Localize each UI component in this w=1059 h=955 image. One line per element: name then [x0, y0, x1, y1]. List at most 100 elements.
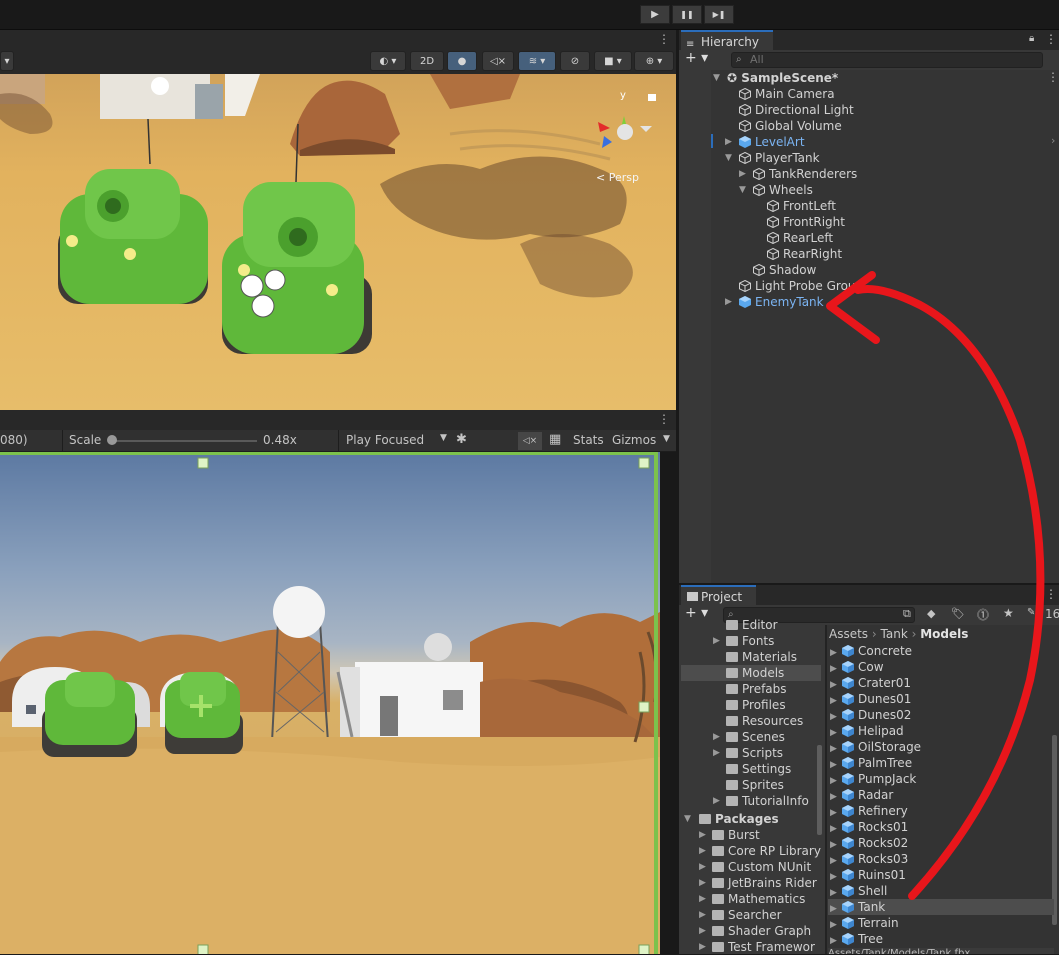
visibility-toggle[interactable]: ⊘	[560, 51, 590, 71]
gizmos-button[interactable]: Gizmos	[612, 433, 656, 447]
asset-item[interactable]: ▶ Dunes01	[828, 691, 1054, 707]
asset-item[interactable]: ▶ Concrete	[828, 643, 1054, 659]
asset-item[interactable]: ▶ Cow	[828, 659, 1054, 675]
hierarchy-item[interactable]: Main Camera	[739, 86, 835, 102]
hierarchy-item[interactable]: ▶ EnemyTank	[725, 294, 824, 310]
chevron-right-icon[interactable]: ▶	[699, 907, 706, 923]
asset-item[interactable]: ▶ Tree	[828, 931, 1054, 947]
chevron-right-icon[interactable]: ▶	[699, 891, 706, 907]
chevron-right-icon[interactable]: ▶	[713, 633, 720, 649]
play-mode-dropdown[interactable]: Play Focused	[346, 433, 424, 447]
hierarchy-item[interactable]: RearRight	[767, 246, 842, 262]
hierarchy-item[interactable]: ▼ PlayerTank	[725, 150, 820, 166]
visibility-count-icon[interactable]: ✎	[1027, 607, 1035, 618]
audio-toggle[interactable]: ◁×	[482, 51, 514, 71]
star-icon[interactable]: ★	[1003, 606, 1014, 620]
folder-item[interactable]: Materials	[681, 649, 821, 665]
folder-item[interactable]: ▶ Scripts	[681, 745, 821, 761]
folder-item[interactable]: Prefabs	[681, 681, 821, 697]
folder-item[interactable]: Profiles	[681, 697, 821, 713]
play-button[interactable]: ▶	[640, 5, 670, 24]
chevron-down-icon[interactable]: ▼	[739, 182, 746, 198]
scene-viewport[interactable]: y < Persp	[0, 74, 676, 410]
add-button[interactable]: + ▾	[685, 50, 708, 66]
shading-mode-button[interactable]: ◐ ▾	[370, 51, 406, 71]
chevron-right-icon[interactable]: ▶	[699, 923, 706, 939]
packages-root[interactable]: ▼ Packages	[681, 811, 821, 827]
package-item[interactable]: ▶ Burst	[681, 827, 821, 843]
hierarchy-tab[interactable]: ≡ Hierarchy	[681, 30, 774, 50]
hierarchy-item[interactable]: ▶ LevelArt	[725, 134, 805, 150]
asset-item[interactable]: ▶ PumpJack	[828, 771, 1054, 787]
grid-icon[interactable]: ▦	[549, 432, 561, 447]
folder-item[interactable]: ▶ Scenes	[681, 729, 821, 745]
asset-item[interactable]: ▶ Crater01	[828, 675, 1054, 691]
hierarchy-item[interactable]: RearLeft	[767, 230, 833, 246]
folder-item[interactable]: Settings	[681, 761, 821, 777]
chevron-right-icon[interactable]: ▶	[739, 166, 746, 182]
hierarchy-item[interactable]: Directional Light	[739, 102, 854, 118]
asset-item[interactable]: ▶ Refinery	[828, 803, 1054, 819]
gizmos-dropdown-icon[interactable]: ▼	[663, 434, 670, 444]
folder-item[interactable]: ▶ Fonts	[681, 633, 821, 649]
step-button[interactable]: ▶❚	[704, 5, 734, 24]
warning-icon[interactable]: ⓵	[977, 606, 989, 623]
folder-item[interactable]: Resources	[681, 713, 821, 729]
asset-item[interactable]: ▶ Helipad	[828, 723, 1054, 739]
asset-item[interactable]: ▶ Shell	[828, 883, 1054, 899]
package-item[interactable]: ▶ Shader Graph	[681, 923, 821, 939]
scale-slider-handle[interactable]	[107, 435, 117, 445]
package-item[interactable]: ▶ Core RP Library	[681, 843, 821, 859]
asset-item[interactable]: ▶ Rocks03	[828, 851, 1054, 867]
asset-item[interactable]: ▶ OilStorage	[828, 739, 1054, 755]
folder-item[interactable]: ▶ TutorialInfo	[681, 793, 821, 809]
breadcrumb-item[interactable]: Models	[920, 627, 968, 641]
asset-item[interactable]: ▶ Rocks02	[828, 835, 1054, 851]
camera-settings[interactable]: ■ ▾	[594, 51, 632, 71]
hierarchy-item[interactable]: FrontLeft	[767, 198, 836, 214]
chevron-right-icon[interactable]: ▶	[725, 294, 732, 310]
orientation-gizmo[interactable]: y	[598, 90, 656, 148]
label-filter-icon[interactable]: 🏷︎	[951, 607, 965, 620]
chevron-right-icon[interactable]: ▶	[713, 729, 720, 745]
type-filter-icon[interactable]: ◆	[927, 607, 935, 620]
package-item[interactable]: ▶ JetBrains Rider	[681, 875, 821, 891]
chevron-right-icon[interactable]: ▶	[725, 134, 732, 150]
chevron-right-icon[interactable]: ▶	[699, 939, 706, 955]
pause-button[interactable]: ❚❚	[672, 5, 702, 24]
folder-item[interactable]: Editor	[681, 617, 821, 633]
folder-item[interactable]: Models	[681, 665, 821, 681]
package-item[interactable]: ▶ Searcher	[681, 907, 821, 923]
perspective-label[interactable]: < Persp	[596, 171, 639, 184]
mute-audio-button[interactable]: ◁×	[518, 432, 542, 450]
chevron-right-icon[interactable]: ▶	[713, 793, 720, 809]
gizmos-toggle[interactable]: ⊕ ▾	[634, 51, 674, 71]
chevron-down-icon[interactable]: ▼	[725, 150, 732, 166]
scale-slider[interactable]	[112, 440, 257, 442]
open-prefab-icon[interactable]: ›	[1051, 134, 1055, 147]
chevron-right-icon[interactable]: ▶	[699, 843, 706, 859]
search-filter-icon[interactable]: ⧉	[903, 607, 911, 621]
asset-item[interactable]: ▶ Tank	[828, 899, 1054, 915]
chevron-right-icon[interactable]: ▶	[828, 933, 842, 949]
2d-toggle[interactable]: 2D	[410, 51, 444, 71]
project-tab[interactable]: Project	[681, 585, 757, 605]
scene-menu-icon[interactable]: ⋮	[1047, 70, 1059, 84]
asset-item[interactable]: ▶ Radar	[828, 787, 1054, 803]
bug-icon[interactable]: ✱	[456, 432, 467, 447]
folder-item[interactable]: Sprites	[681, 777, 821, 793]
hierarchy-item[interactable]: ▼ Wheels	[739, 182, 813, 198]
asset-item[interactable]: ▶ Dunes02	[828, 707, 1054, 723]
chevron-right-icon[interactable]: ▶	[713, 745, 720, 761]
lighting-toggle[interactable]: ●	[447, 51, 477, 71]
scene-dropdown[interactable]: ▾	[0, 51, 14, 71]
chevron-down-icon[interactable]: ▼	[684, 811, 691, 827]
lock-icon[interactable]: 🔒︎	[1029, 33, 1034, 44]
hierarchy-menu-icon[interactable]: ⋮	[1045, 32, 1057, 46]
package-item[interactable]: ▶ Mathematics	[681, 891, 821, 907]
effects-toggle[interactable]: ≋ ▾	[518, 51, 556, 71]
breadcrumb-item[interactable]: Tank	[881, 627, 908, 641]
hierarchy-search-input[interactable]: ⌕ All	[731, 52, 1043, 68]
hierarchy-item[interactable]: Shadow	[753, 262, 816, 278]
hierarchy-item[interactable]: Global Volume	[739, 118, 842, 134]
